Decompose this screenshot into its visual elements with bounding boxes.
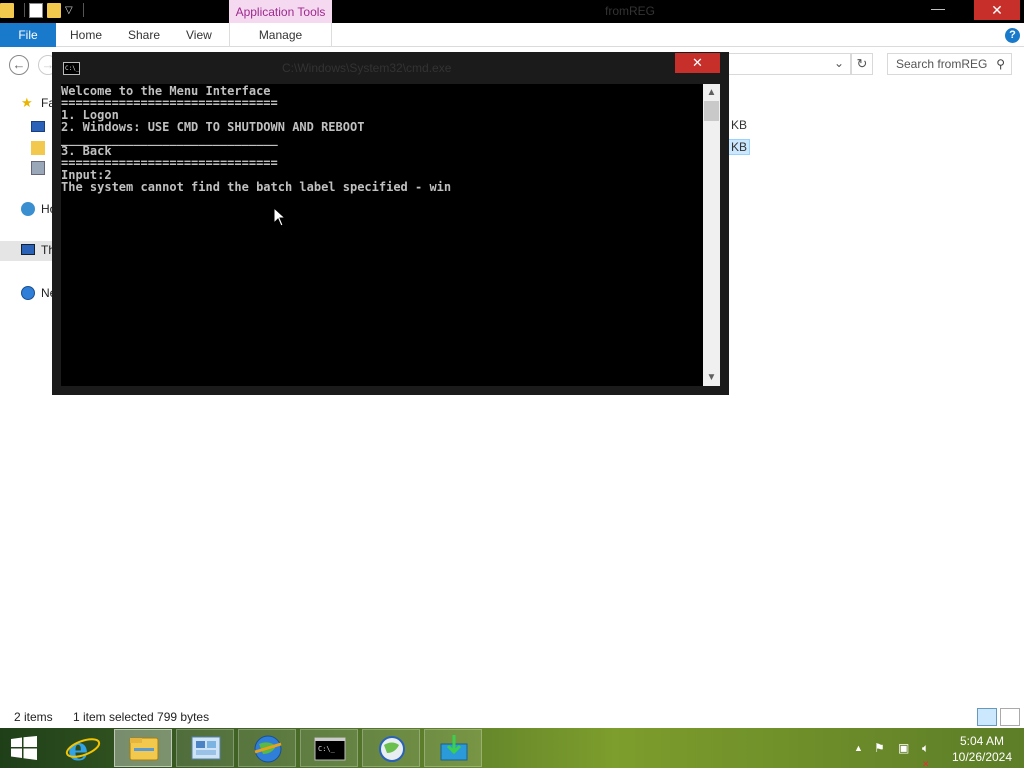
taskbar-app-file-explorer[interactable] — [114, 729, 172, 767]
command-prompt-window[interactable]: C:\_ C:\Windows\System32\cmd.exe ✕ Welco… — [52, 52, 729, 395]
console-line: ============================== — [61, 96, 278, 110]
nav-item-recent[interactable] — [0, 158, 55, 178]
taskbar-app-globe[interactable] — [238, 729, 296, 767]
download-icon — [440, 735, 468, 761]
show-hidden-icons-icon[interactable]: ▲ — [854, 743, 863, 753]
network-status-icon[interactable]: ▣ — [898, 741, 909, 755]
homegroup-icon — [21, 202, 35, 216]
properties-icon[interactable] — [29, 3, 43, 18]
mouse-cursor-icon — [273, 207, 287, 227]
recent-places-icon — [31, 161, 45, 175]
scroll-up-icon[interactable]: ▲ — [703, 84, 720, 101]
ie-icon: e — [65, 730, 101, 768]
desktop-icon — [31, 121, 45, 132]
search-icon: ⚲ — [996, 57, 1005, 71]
folder-icon — [129, 737, 159, 761]
taskbar-app-command-prompt[interactable]: C:\_ — [300, 729, 358, 767]
toolbar-divider — [24, 3, 25, 17]
search-placeholder: Search fromREG — [896, 57, 988, 71]
large-icons-view-icon[interactable] — [1000, 708, 1020, 726]
tab-manage[interactable]: Manage — [229, 23, 332, 47]
taskbar-app-control-panel[interactable] — [176, 729, 234, 767]
folder-icon[interactable] — [0, 3, 14, 18]
globe-icon — [254, 735, 282, 763]
contextual-tab-label: Application Tools — [229, 0, 332, 23]
status-bar: 2 items 1 item selected 799 bytes — [0, 706, 1024, 728]
cmd-icon: C:\_ — [63, 62, 80, 75]
quick-access-toolbar: ▽ — [0, 3, 84, 18]
details-view-icon[interactable] — [977, 708, 997, 726]
this-pc-icon — [21, 244, 35, 255]
console-output[interactable]: Welcome to the Menu Interface ==========… — [61, 84, 703, 386]
svg-text:C:\_: C:\_ — [318, 745, 336, 753]
nav-item-downloads[interactable] — [0, 138, 55, 158]
taskbar-app-internet-explorer[interactable]: e — [54, 729, 112, 768]
vertical-scrollbar[interactable]: ▲ ▼ — [703, 84, 720, 386]
network-icon — [21, 286, 35, 300]
cmd-close-button[interactable]: ✕ — [675, 53, 720, 73]
toolbar-divider — [82, 3, 84, 17]
help-icon[interactable]: ? — [1005, 28, 1020, 43]
taskbar-app-network[interactable] — [362, 729, 420, 767]
selection-info: 1 item selected 799 bytes — [73, 710, 210, 724]
console-line: ______________________________ — [61, 132, 278, 146]
nav-item-favorites[interactable]: ★ Fa — [0, 94, 55, 114]
console-line: The system cannot find the batch label s… — [61, 180, 452, 194]
downloads-icon — [31, 141, 45, 155]
network-globe-icon — [379, 736, 405, 762]
cmd-icon: C:\_ — [314, 737, 346, 761]
back-arrow-icon[interactable]: ← — [9, 55, 29, 75]
item-count: 2 items — [14, 710, 53, 724]
clock[interactable]: 5:04 AM 10/26/2024 — [950, 733, 1014, 765]
svg-text:e: e — [68, 730, 88, 767]
minimize-button[interactable]: — — [928, 0, 948, 20]
file-size: KB — [731, 118, 748, 132]
search-input[interactable]: Search fromREG ⚲ — [887, 53, 1012, 75]
tab-home[interactable]: Home — [70, 23, 102, 47]
new-folder-icon[interactable] — [47, 3, 61, 18]
tab-view[interactable]: View — [186, 23, 212, 47]
taskbar: e C:\_ ▲ ⚑ ▣ 🔈︎✕ 5:04 AM 10/26/2024 — [0, 728, 1024, 768]
tab-file[interactable]: File — [0, 23, 56, 47]
chevron-down-icon[interactable]: ▽ — [65, 3, 73, 18]
nav-item-homegroup[interactable]: Ho — [0, 200, 56, 220]
clock-date: 10/26/2024 — [951, 750, 1013, 764]
console-line: ============================== — [61, 156, 278, 170]
scroll-thumb[interactable] — [704, 101, 719, 121]
ribbon-tabs: File Home Share View Manage — [0, 23, 1024, 47]
windows-start-icon[interactable] — [10, 736, 38, 760]
navigation-pane: ★ Fa Ho Th Ne — [0, 86, 56, 326]
control-panel-icon — [191, 736, 221, 760]
refresh-icon[interactable]: ↻ — [851, 53, 873, 75]
nav-item-desktop[interactable] — [0, 118, 55, 138]
explorer-title-bar: ▽ Application Tools fromREG — ✕ — [0, 0, 1024, 23]
volume-muted-icon[interactable]: 🔈︎✕ — [922, 741, 930, 768]
taskbar-app-download[interactable] — [424, 729, 482, 767]
window-title: fromREG — [605, 4, 656, 18]
file-size-selected[interactable]: KB — [728, 139, 751, 155]
tab-share[interactable]: Share — [128, 23, 160, 47]
scroll-down-icon[interactable]: ▼ — [703, 369, 720, 386]
chevron-down-icon[interactable]: ⌄ — [834, 56, 844, 70]
close-button[interactable]: ✕ — [974, 0, 1020, 20]
action-center-flag-icon[interactable]: ⚑ — [874, 741, 885, 755]
clock-time: 5:04 AM — [959, 734, 1005, 748]
address-bar[interactable] — [729, 53, 851, 75]
cmd-title-bar[interactable]: C:\_ C:\Windows\System32\cmd.exe ✕ — [52, 52, 729, 84]
cmd-window-title: C:\Windows\System32\cmd.exe — [282, 61, 452, 75]
star-favorites-icon: ★ — [21, 95, 33, 110]
nav-item-this-pc[interactable]: Th — [0, 241, 55, 261]
nav-item-network[interactable]: Ne — [0, 284, 56, 304]
